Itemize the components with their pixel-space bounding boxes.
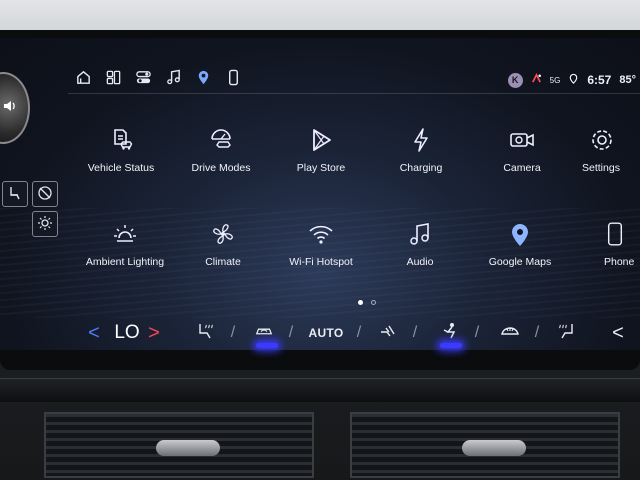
app-climate[interactable]: Climate xyxy=(173,218,273,282)
vent-adjuster-right[interactable] xyxy=(462,440,526,456)
app-label: Audio xyxy=(406,256,434,268)
temp-right-down-button[interactable]: < xyxy=(610,316,626,350)
seat-icon xyxy=(7,185,23,204)
app-phone[interactable]: Phone xyxy=(590,218,640,282)
profile-avatar[interactable]: K xyxy=(507,72,523,88)
steering-assist-button[interactable] xyxy=(32,181,58,207)
location-icon xyxy=(568,73,579,87)
network-badge: 5G xyxy=(549,75,561,85)
separator: / xyxy=(474,324,480,341)
app-label: Climate xyxy=(205,256,241,268)
app-label: Play Store xyxy=(296,162,346,174)
gear-icon xyxy=(586,124,618,156)
temp-left-value: LO xyxy=(114,322,140,343)
toggles-icon xyxy=(135,69,152,91)
fan-person-icon xyxy=(440,322,460,345)
hazard-settings-button[interactable] xyxy=(32,211,58,237)
wifi-icon xyxy=(305,218,337,250)
windshield-defrost-icon xyxy=(500,322,520,345)
separator: / xyxy=(412,324,418,341)
page-dot-1[interactable] xyxy=(358,300,363,305)
app-ambient-lighting[interactable]: Ambient Lighting xyxy=(75,218,175,282)
shortcut-controls[interactable] xyxy=(128,67,158,93)
top-bar: K 5G 6:57 85° xyxy=(68,66,640,94)
light-bulb-icon xyxy=(37,215,53,234)
shortcut-row xyxy=(68,66,248,94)
app-vehicle-status[interactable]: Vehicle Status xyxy=(71,124,171,188)
app-charging[interactable]: Charging xyxy=(371,124,471,188)
shortcut-phone[interactable] xyxy=(218,67,248,93)
recirculation-icon xyxy=(254,322,274,345)
steering-wheel-off-icon xyxy=(37,185,53,204)
separator: / xyxy=(356,324,362,341)
shortcut-home[interactable] xyxy=(68,67,98,93)
drive-modes-icon xyxy=(205,124,237,156)
phone-icon xyxy=(604,218,626,250)
airflow-feet-icon xyxy=(378,322,398,345)
defrost-button[interactable] xyxy=(494,316,526,350)
app-play-store[interactable]: Play Store xyxy=(271,124,371,188)
google-maps-icon xyxy=(504,218,536,250)
app-label: Charging xyxy=(399,162,443,174)
heated-seat-icon xyxy=(556,322,576,345)
auto-climate-button[interactable]: AUTO xyxy=(304,316,348,350)
music-note-icon xyxy=(404,218,436,250)
app-label: Google Maps xyxy=(488,256,552,268)
app-label: Settings xyxy=(582,162,620,174)
climate-bar: < LO > / / AUTO / / / / < xyxy=(80,316,640,350)
map-pin-icon xyxy=(195,69,212,91)
play-store-icon xyxy=(305,124,337,156)
app-wifi-hotspot[interactable]: Wi-Fi Hotspot xyxy=(271,218,371,282)
airflow-mode-button[interactable] xyxy=(372,316,404,350)
dashboard-trim xyxy=(0,378,640,402)
temp-left-up-button[interactable]: > xyxy=(146,316,162,350)
temp-left-down-button[interactable]: < xyxy=(86,316,102,350)
app-audio[interactable]: Audio xyxy=(370,218,470,282)
separator: / xyxy=(288,324,294,341)
shortcut-audio[interactable] xyxy=(158,67,188,93)
onstar-icon xyxy=(531,72,542,87)
app-settings[interactable]: Settings xyxy=(574,124,640,188)
fan-active-indicator xyxy=(440,343,462,348)
app-label: Drive Modes xyxy=(191,162,251,174)
separator: / xyxy=(230,324,236,341)
clock: 6:57 xyxy=(587,73,612,87)
heated-seat-left-button[interactable] xyxy=(190,316,222,350)
home-icon xyxy=(75,69,92,91)
app-camera[interactable]: Camera xyxy=(472,124,572,188)
app-label: Camera xyxy=(503,162,541,174)
app-label: Wi-Fi Hotspot xyxy=(289,256,353,268)
app-drive-modes[interactable]: Drive Modes xyxy=(171,124,271,188)
page-dot-2[interactable] xyxy=(371,300,376,305)
music-note-icon xyxy=(165,69,182,91)
status-bar: K 5G 6:57 85° xyxy=(507,68,636,92)
camera-icon xyxy=(506,124,538,156)
vehicle-status-icon xyxy=(105,124,137,156)
fan-icon xyxy=(207,218,239,250)
app-label: Ambient Lighting xyxy=(85,256,165,268)
app-google-maps[interactable]: Google Maps xyxy=(470,218,570,282)
page-indicator xyxy=(358,300,376,305)
separator: / xyxy=(534,324,540,341)
outside-temperature: 85° xyxy=(619,74,636,86)
ambient-lighting-icon xyxy=(109,218,141,250)
apps-grid-icon xyxy=(105,69,122,91)
shortcut-navigation[interactable] xyxy=(188,67,218,93)
heated-seat-icon xyxy=(196,322,216,345)
shortcut-apps[interactable] xyxy=(98,67,128,93)
vent-adjuster-left[interactable] xyxy=(156,440,220,456)
phone-icon xyxy=(225,69,242,91)
heated-seat-right-button[interactable] xyxy=(550,316,582,350)
speaker-icon xyxy=(2,98,18,119)
driver-seat-button[interactable] xyxy=(2,181,28,207)
charging-icon xyxy=(405,124,437,156)
app-label: Vehicle Status xyxy=(87,162,155,174)
app-label: Phone xyxy=(604,256,635,268)
recirculation-active-indicator xyxy=(256,343,278,348)
